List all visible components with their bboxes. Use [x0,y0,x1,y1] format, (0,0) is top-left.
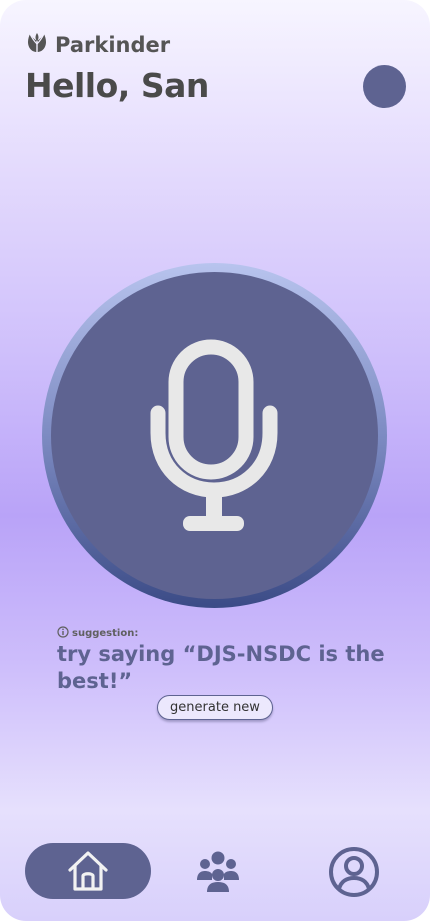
home-icon [68,851,108,891]
info-icon [57,626,69,641]
community-icon [197,851,239,892]
generate-new-button[interactable]: generate new [157,695,273,720]
nav-profile-button[interactable] [327,845,381,899]
profile-icon [329,847,379,897]
nav-community-button[interactable] [192,846,244,896]
microphone-icon [150,339,278,531]
brand: Parkinder [25,33,170,57]
nav-home-button[interactable] [25,843,151,899]
app-name: Parkinder [55,33,171,57]
tulip-icon [25,33,49,57]
avatar[interactable] [363,65,406,108]
greeting-title: Hello, San [25,66,209,105]
suggestion-label-text: suggestion: [72,628,139,639]
suggestion-label: suggestion: [57,626,138,641]
app-screen: Parkinder Hello, San suggestion: try say… [0,0,430,921]
mic-button[interactable] [51,272,378,599]
suggestion-text: try saying “DJS-NSDC is the best!” [57,642,385,693]
